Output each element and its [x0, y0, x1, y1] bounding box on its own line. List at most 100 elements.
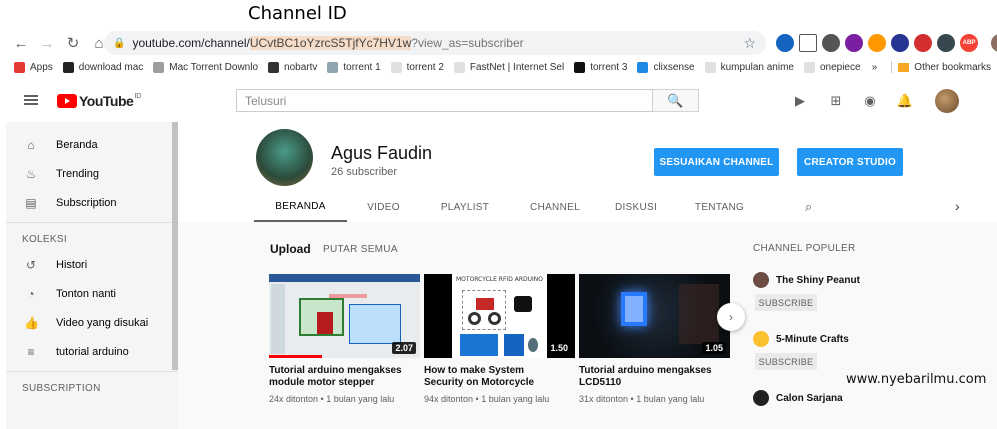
creator-studio-button[interactable]: CREATOR STUDIO [797, 148, 903, 176]
tab-video[interactable]: VIDEO [347, 192, 420, 222]
sidebar-item[interactable]: ≡ tutorial arduino [6, 337, 178, 366]
sidebar-item-label: Histori [56, 258, 88, 271]
popular-channel-name[interactable]: Calon Sarjana [776, 393, 843, 404]
thumb-up-icon: 👍 [24, 315, 39, 330]
tab-channel[interactable]: CHANNEL [510, 192, 600, 222]
video-thumbnail[interactable]: MOTORCYCLE RFID ARDUINO 1.50 [424, 274, 575, 358]
popular-channel-name[interactable]: The Shiny Peanut [776, 275, 860, 286]
channel-avatar[interactable] [753, 390, 769, 406]
account-avatar[interactable] [935, 89, 959, 113]
youtube-play-icon [57, 94, 77, 108]
search-button[interactable]: 🔍 [653, 89, 699, 112]
subscribe-button[interactable]: SUBSCRIBE [755, 353, 817, 370]
popular-channels-heading: CHANNEL POPULER [753, 243, 856, 254]
chevron-right-icon[interactable]: › [955, 198, 960, 214]
reload-icon[interactable]: ↻ [62, 32, 84, 54]
bookmark-item[interactable]: nobartv [268, 61, 317, 73]
video-thumbnail[interactable]: 1.05 [579, 274, 730, 358]
bookmark-item[interactable]: Mac Torrent Downlo [153, 61, 258, 73]
popular-channel[interactable]: 5-Minute Crafts [753, 331, 849, 347]
video-title[interactable]: Tutorial arduino mengakses module motor … [269, 365, 409, 389]
customize-channel-button[interactable]: SESUAIKAN CHANNEL [654, 148, 779, 176]
other-bookmarks[interactable]: » Other bookmarks [872, 61, 991, 73]
sidebar-item[interactable]: ⌂ Beranda [6, 130, 178, 159]
thumb-caption: MOTORCYCLE RFID ARDUINO [456, 276, 543, 283]
tab-beranda[interactable]: BERANDA [254, 192, 347, 222]
sidebar-item-label: Tonton nanti [56, 287, 116, 300]
extension-icon[interactable] [937, 34, 955, 52]
bookmark-item[interactable]: clixsense [637, 61, 695, 73]
hamburger-menu-icon[interactable] [24, 95, 38, 105]
sidebar-item[interactable]: ♨ Trending [6, 159, 178, 188]
bookmark-item[interactable]: onepiece [803, 61, 861, 73]
bookmark-item[interactable]: torrent 2 [390, 61, 444, 73]
extension-icon[interactable] [822, 34, 840, 52]
extension-icon[interactable] [914, 34, 932, 52]
subscribe-button[interactable]: SUBSCRIBE [755, 294, 817, 311]
channel-avatar[interactable] [256, 129, 313, 186]
video-title[interactable]: Tutorial arduino mengakses LCD5110 [579, 365, 719, 389]
bookmarks-more-icon[interactable]: » [872, 62, 878, 73]
profile-avatar-icon[interactable] [991, 34, 997, 52]
sidebar-item[interactable]: ↺ Histori [6, 250, 178, 279]
sidebar-item[interactable]: 👍 Video yang disukai [6, 308, 178, 337]
bookmark-icon [62, 61, 74, 73]
channel-avatar[interactable] [753, 272, 769, 288]
url-suffix: ?view_as=subscriber [411, 36, 524, 50]
popular-channel[interactable]: Calon Sarjana [753, 390, 843, 406]
extension-icon[interactable] [845, 34, 863, 52]
tab-tentang[interactable]: TENTANG [672, 192, 767, 222]
video-duration: 1.05 [702, 342, 726, 354]
bookmark-item[interactable]: download mac [62, 61, 143, 73]
bookmark-label: torrent 3 [590, 61, 628, 73]
bookmark-icon [704, 61, 716, 73]
video-thumbnail[interactable]: 2.07 [269, 274, 420, 358]
create-video-icon[interactable]: ▶ [792, 93, 808, 109]
video-title[interactable]: How to make System Security on Motorcycl… [424, 365, 564, 389]
bookmark-item[interactable]: Apps [14, 61, 53, 73]
address-bar[interactable]: 🔒 youtube.com/channel/UCvtBC1oYzrcS5TjfY… [104, 31, 766, 55]
messages-icon[interactable]: ◉ [862, 93, 878, 109]
bookmark-item[interactable]: FastNet | Internet Sel [453, 61, 564, 73]
sidebar-item-label: tutorial arduino [56, 345, 129, 358]
playlist-icon: ≡ [27, 344, 35, 359]
search-icon[interactable]: ⌕ [805, 199, 812, 215]
search-input[interactable]: Telusuri [236, 89, 653, 112]
extension-icon[interactable] [776, 34, 794, 52]
bookmark-icon [637, 61, 649, 73]
popular-channel[interactable]: The Shiny Peanut [753, 272, 860, 288]
youtube-logo[interactable]: YouTube ID [57, 93, 141, 109]
tab-playlist[interactable]: PLAYLIST [420, 192, 510, 222]
forward-arrow-icon[interactable]: → [36, 32, 58, 54]
channel-name: Agus Faudin [331, 143, 433, 163]
extension-icon[interactable]: ABP [960, 34, 978, 52]
notifications-bell-icon[interactable]: 🔔 [897, 93, 913, 109]
channel-tabs: BERANDA VIDEO PLAYLIST CHANNEL DISKUSI TENTAN… [254, 192, 767, 222]
channel-avatar[interactable] [753, 331, 769, 347]
sidebar-item-label: Trending [56, 167, 100, 180]
upload-heading: Upload [270, 242, 311, 256]
extension-icon[interactable] [799, 34, 817, 52]
carousel-next-button[interactable]: › [717, 303, 745, 331]
popular-channel-name[interactable]: 5-Minute Crafts [776, 334, 849, 345]
sidebar-item[interactable]: ◔ Tonton nanti [6, 279, 178, 308]
subscription-heading: SUBSCRIPTION [22, 382, 101, 394]
extension-icons: ABP ⋮ [776, 34, 997, 52]
sidebar-item[interactable]: ▤ Subscription [6, 188, 178, 217]
video-card[interactable]: 2.07 Tutorial arduino mengakses module m… [269, 274, 420, 404]
sidebar: ⌂ Beranda ♨ Trending ▤ Subscription KOLEKSI ↺… [6, 122, 178, 429]
extension-icon[interactable] [891, 34, 909, 52]
bookmark-star-icon[interactable]: ☆ [743, 35, 756, 52]
video-card[interactable]: MOTORCYCLE RFID ARDUINO 1.50 How to make… [424, 274, 575, 404]
bookmark-item[interactable]: torrent 1 [327, 61, 381, 73]
extension-icon[interactable] [868, 34, 886, 52]
apps-grid-icon[interactable]: ⊞ [828, 93, 844, 109]
history-icon: ↺ [25, 257, 37, 272]
video-card[interactable]: 1.05 Tutorial arduino mengakses LCD5110 … [579, 274, 730, 404]
tab-diskusi[interactable]: DISKUSI [600, 192, 672, 222]
bookmark-item[interactable]: torrent 3 [574, 61, 628, 73]
bookmark-item[interactable]: kumpulan anime [704, 61, 794, 73]
back-arrow-icon[interactable]: ← [10, 32, 32, 54]
play-all-link[interactable]: PUTAR SEMUA [323, 244, 398, 255]
bookmark-icon [574, 61, 586, 73]
